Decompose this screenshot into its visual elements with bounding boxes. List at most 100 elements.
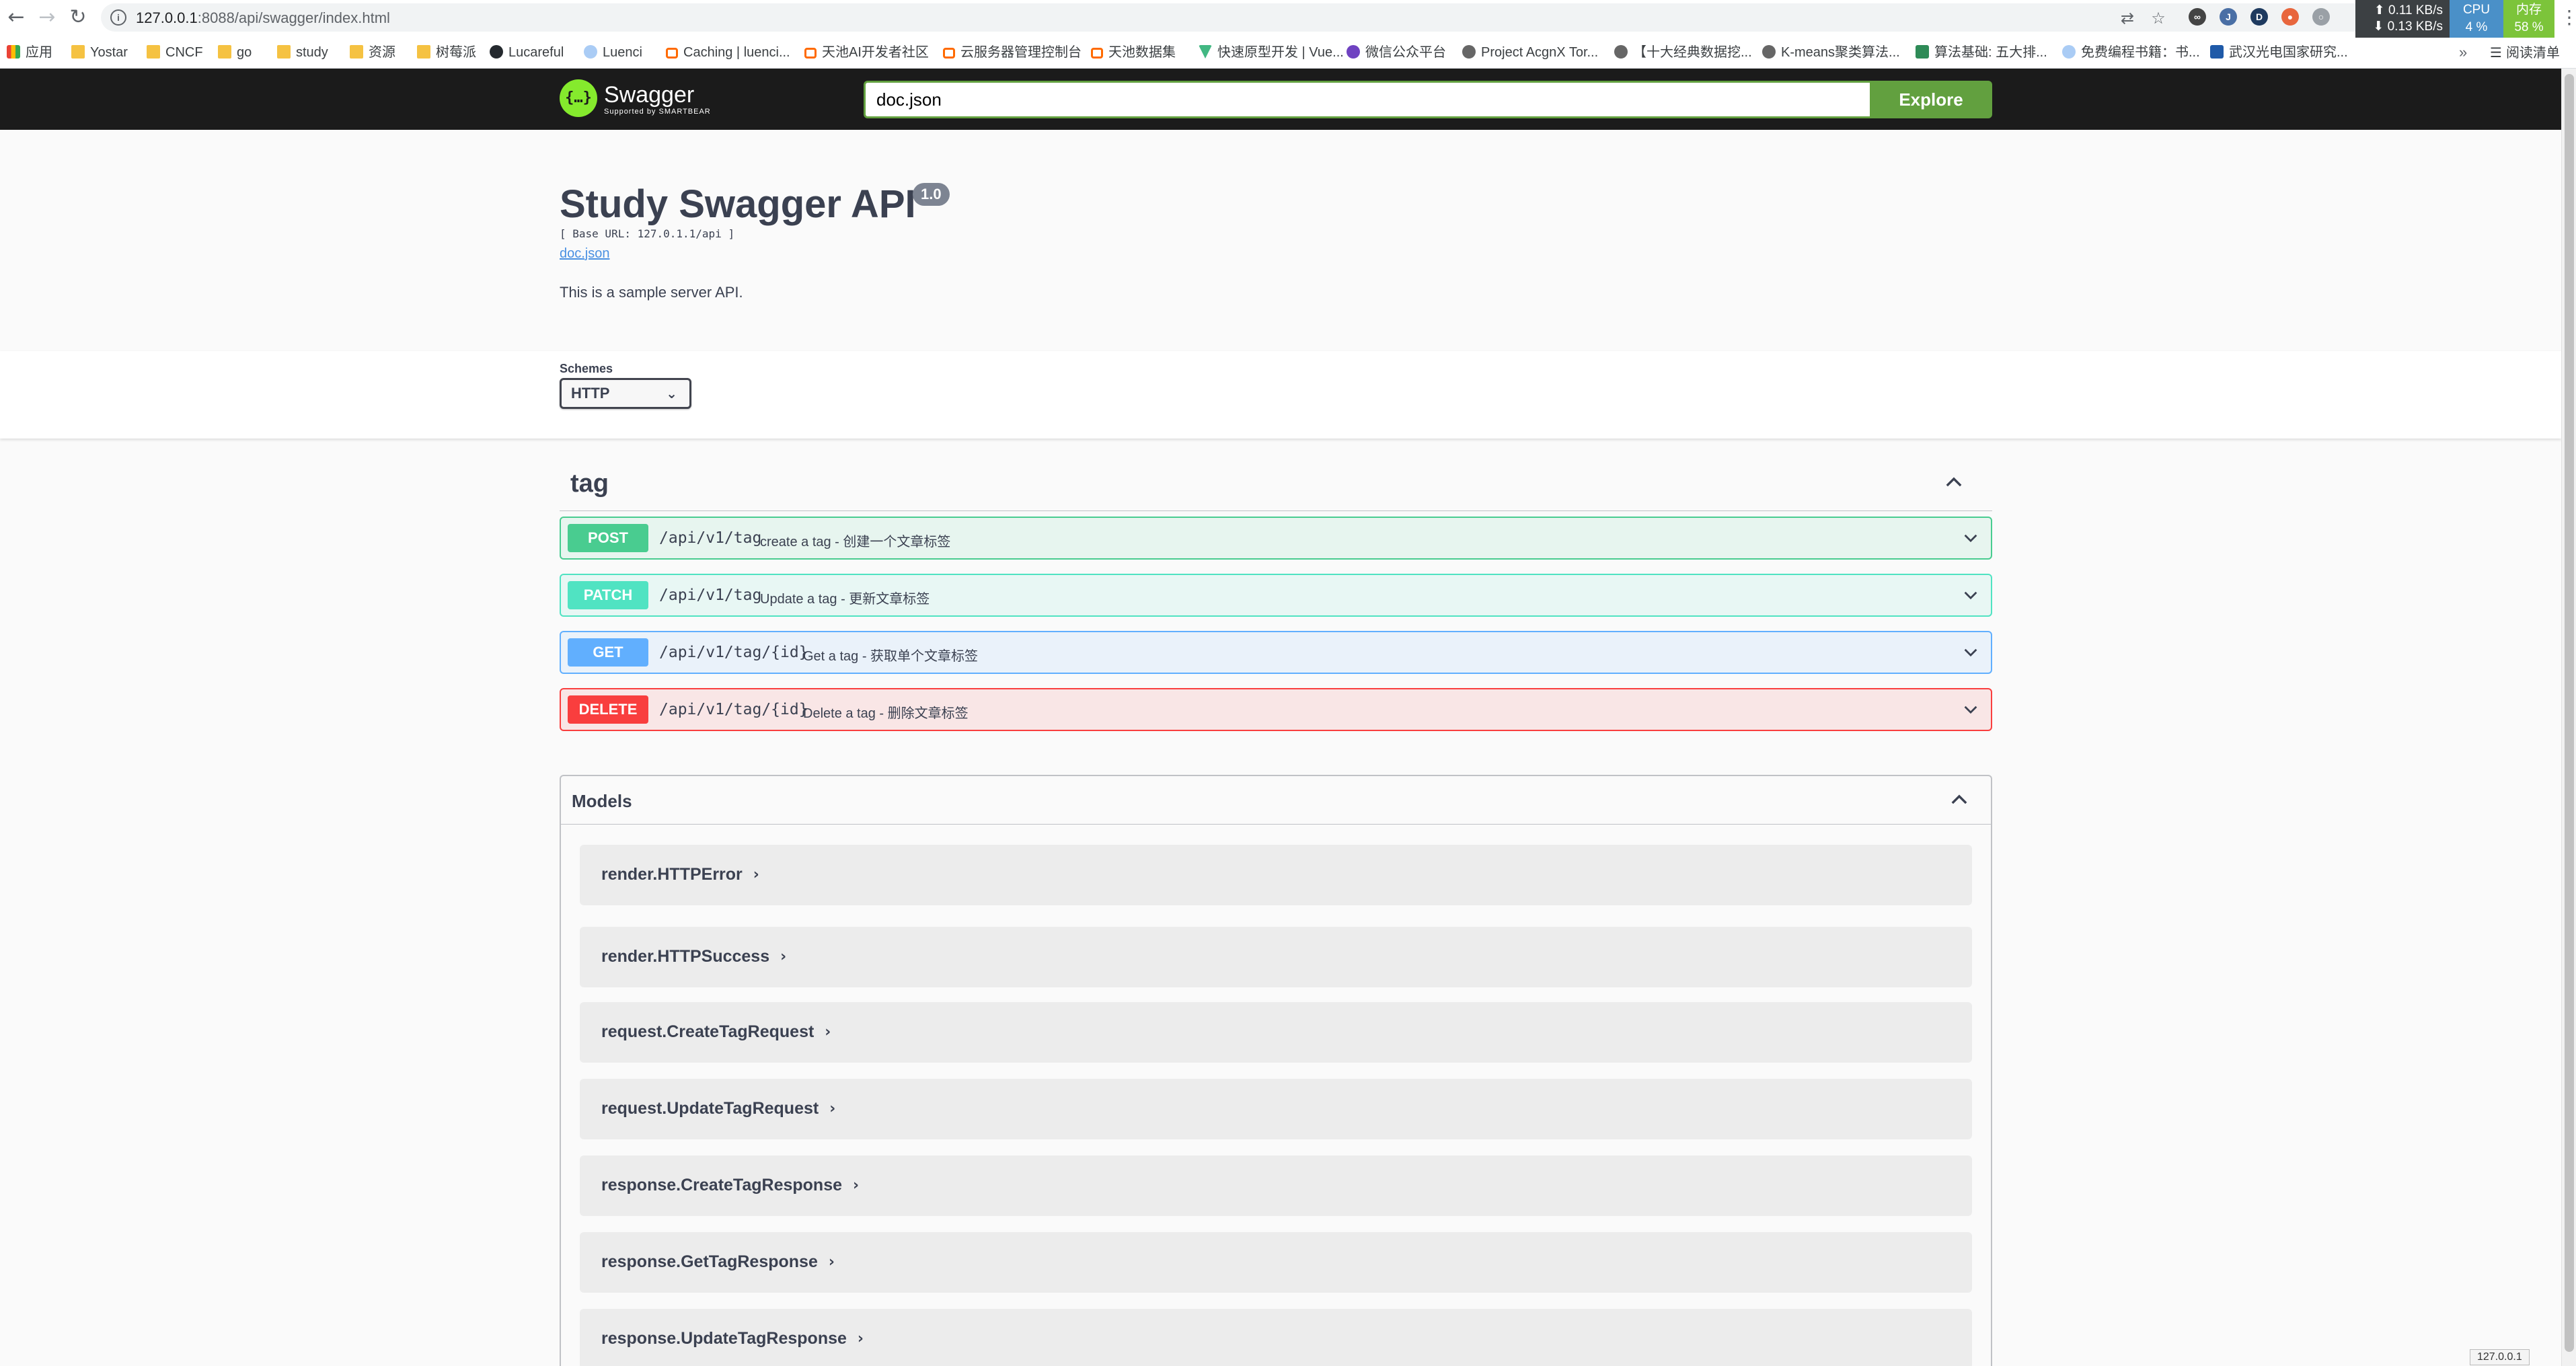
folder-icon xyxy=(71,45,85,59)
bookmark-label: 武汉光电国家研究... xyxy=(2229,45,2348,60)
bookmark-item[interactable]: Project AcgnX Tor... xyxy=(1462,43,1598,62)
bookmark-item[interactable]: 云服务器管理控制台 xyxy=(943,43,1082,62)
reading-list-button[interactable]: ☰ 阅读清单 xyxy=(2490,43,2560,63)
bookmark-item[interactable]: Luenci xyxy=(584,43,642,62)
model-item[interactable]: response.CreateTagResponse › xyxy=(580,1155,1972,1216)
chevron-down-icon[interactable] xyxy=(1961,529,1980,547)
aliyun-icon xyxy=(804,48,817,59)
translate-icon[interactable]: ⇄ xyxy=(2119,9,2136,27)
forward-arrow-icon[interactable]: → xyxy=(35,5,59,30)
bookmark-item[interactable]: 【十大经典数据挖... xyxy=(1614,43,1752,62)
bookmark-label: 天池数据集 xyxy=(1108,45,1176,60)
model-item[interactable]: render.HTTPError › xyxy=(580,845,1972,905)
bookmark-item[interactable]: 算法基础: 五大排... xyxy=(1916,43,2047,62)
operation-path: /api/v1/tag/{id} xyxy=(659,644,808,661)
chevron-right-icon[interactable]: › xyxy=(780,948,786,965)
operation-patch[interactable]: PATCH/api/v1/tag Update a tag - 更新文章标签 xyxy=(560,574,1992,617)
bookmarks-bar: 应用 Yostar CNCF go study 资源 树莓派 Lucareful Luenci C… xyxy=(0,38,2576,67)
chevron-up-icon[interactable] xyxy=(1942,471,1965,494)
chevron-right-icon[interactable]: › xyxy=(825,1024,831,1040)
model-item[interactable]: request.CreateTagRequest › xyxy=(580,1002,1972,1063)
chevron-right-icon[interactable]: › xyxy=(853,1177,859,1194)
model-item[interactable]: render.HTTPSuccess › xyxy=(580,927,1972,987)
bookmark-label: 资源 xyxy=(369,45,395,60)
bookmark-item[interactable]: 天池AI开发者社区 xyxy=(804,43,929,62)
schemes-section: Schemes HTTP ⌄ xyxy=(0,351,2561,439)
operation-delete[interactable]: DELETE/api/v1/tag/{id} Delete a tag - 删除文… xyxy=(560,688,1992,731)
model-name: request.CreateTagRequest xyxy=(601,1022,815,1041)
explore-button[interactable]: Explore xyxy=(1870,81,1992,118)
bookmark-item[interactable]: go xyxy=(218,43,252,62)
operation-summary: Delete a tag - 删除文章标签 xyxy=(803,706,969,721)
model-item[interactable]: request.UpdateTagRequest › xyxy=(580,1079,1972,1139)
chevron-right-icon[interactable]: › xyxy=(858,1330,864,1347)
mem-label: 内存 xyxy=(2515,3,2542,17)
apps-icon xyxy=(7,45,20,59)
http-method-badge: DELETE xyxy=(568,695,648,724)
address-url[interactable]: 127.0.0.1:8088/api/swagger/index.html xyxy=(136,9,390,27)
glasses-extension-icon[interactable]: ∞ xyxy=(2189,8,2206,26)
bookmark-item[interactable]: 天池数据集 xyxy=(1091,43,1176,62)
bookmark-item[interactable]: 微信公众平台 xyxy=(1347,43,1446,62)
info-icon[interactable]: i xyxy=(110,9,126,26)
back-arrow-icon[interactable]: ← xyxy=(4,5,28,30)
swagger-logo[interactable]: {…} Swagger Supported by SMARTBEAR xyxy=(560,79,714,120)
bookmark-label: Yostar xyxy=(90,45,128,60)
gear-icon xyxy=(1462,45,1476,59)
bookmark-label: CNCF xyxy=(165,45,203,60)
cloud-icon xyxy=(666,48,678,59)
chevron-down-icon[interactable] xyxy=(1961,643,1980,662)
bookmark-item[interactable]: 树莓派 xyxy=(417,43,476,62)
chevron-down-icon[interactable] xyxy=(1961,700,1980,719)
dark-extension-icon[interactable]: D xyxy=(2250,8,2268,26)
bookmarks-overflow-button[interactable]: » xyxy=(2459,43,2467,62)
bookmark-label: 应用 xyxy=(26,45,52,60)
bookmark-item[interactable]: study xyxy=(277,43,328,62)
chevron-right-icon[interactable]: › xyxy=(753,866,759,883)
bookmark-item[interactable]: 快速原型开发 | Vue... xyxy=(1199,43,1344,62)
chevron-down-icon[interactable] xyxy=(1961,586,1980,605)
model-item[interactable]: response.UpdateTagResponse › xyxy=(580,1309,1972,1366)
bookmark-item[interactable]: K-means聚类算法... xyxy=(1762,43,1900,62)
bookmark-label: 快速原型开发 | Vue... xyxy=(1217,45,1344,60)
bookmark-label: K-means聚类算法... xyxy=(1781,45,1900,60)
page-scrollbar[interactable] xyxy=(2561,69,2576,1366)
folder-icon xyxy=(218,45,231,59)
spec-url-input[interactable]: doc.json xyxy=(864,81,1870,118)
spec-doc-link[interactable]: doc.json xyxy=(560,246,610,262)
color-extension-icon[interactable]: ● xyxy=(2281,8,2299,26)
model-name-row: render.HTTPError › xyxy=(601,865,759,884)
bookmark-item[interactable]: Lucareful xyxy=(490,43,564,62)
operation-get[interactable]: GET/api/v1/tag/{id} Get a tag - 获取单个文章标签 xyxy=(560,631,1992,674)
schemes-select[interactable]: HTTP ⌄ xyxy=(560,378,691,409)
chevron-up-icon[interactable] xyxy=(1948,788,1971,811)
globe-icon xyxy=(584,45,597,59)
grey-extension-icon[interactable]: ○ xyxy=(2312,8,2330,26)
bookmark-item[interactable]: 免费编程书籍：书... xyxy=(2062,43,2200,62)
bookmark-label: 微信公众平台 xyxy=(1365,45,1446,60)
bookmark-item[interactable]: Yostar xyxy=(71,43,128,62)
http-method-badge: PATCH xyxy=(568,581,648,609)
bookmark-item[interactable]: 应用 xyxy=(7,43,52,62)
chevron-right-icon[interactable]: › xyxy=(829,1254,835,1270)
bookmark-item[interactable]: CNCF xyxy=(147,43,203,62)
chevron-right-icon[interactable]: › xyxy=(829,1100,835,1117)
bookmark-item[interactable]: 资源 xyxy=(350,43,395,62)
browser-menu-icon[interactable]: ⋮ xyxy=(2560,7,2576,28)
reading-list-icon: ☰ xyxy=(2490,44,2502,61)
model-name-row: request.CreateTagRequest › xyxy=(601,1022,831,1042)
network-monitor: ⬆ 0.11 KB/s ⬇ 0.13 KB/s CPU 4 % 内存 58 % xyxy=(2355,0,2554,38)
bookmark-star-icon[interactable]: ☆ xyxy=(2150,9,2167,27)
bookmark-label: Lucareful xyxy=(508,45,564,60)
models-header[interactable]: Models xyxy=(561,776,1991,825)
address-bar[interactable]: i 127.0.0.1:8088/api/swagger/index.html … xyxy=(101,3,2374,32)
bookmark-item[interactable]: Caching | luenci... xyxy=(666,43,790,62)
model-item[interactable]: response.GetTagResponse › xyxy=(580,1232,1972,1293)
bookmark-label: 树莓派 xyxy=(436,45,476,60)
tag-section-header[interactable]: tag xyxy=(560,464,1992,511)
bookmark-item[interactable]: 武汉光电国家研究... xyxy=(2210,43,2348,62)
tampermonkey-extension-icon[interactable]: J xyxy=(2220,8,2237,26)
reload-icon[interactable]: ↻ xyxy=(66,5,90,30)
operation-post[interactable]: POST/api/v1/tag create a tag - 创建一个文章标签 xyxy=(560,517,1992,560)
scrollbar-thumb[interactable] xyxy=(2565,74,2574,1352)
